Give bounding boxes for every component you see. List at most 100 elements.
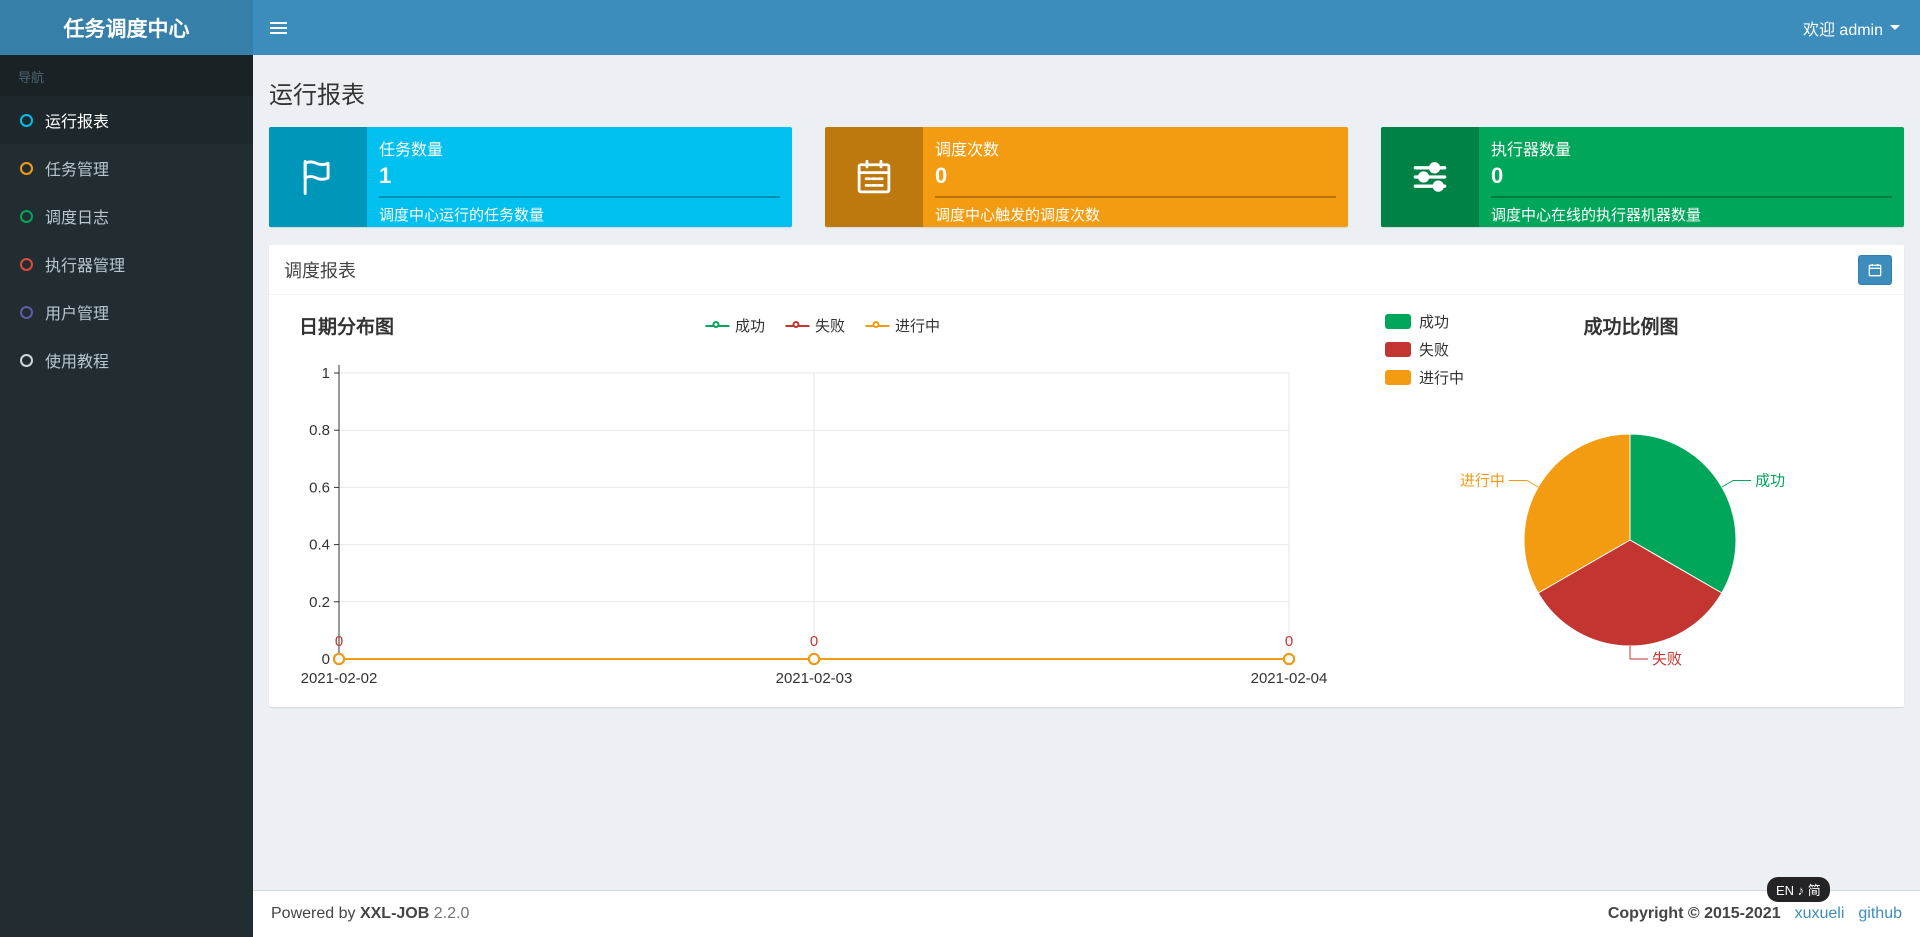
legend-item[interactable]: 进行中 [1385,367,1464,388]
brand-name: XXL-JOB [359,905,430,922]
sidebar-item-job-log[interactable]: 调度日志 [0,192,253,240]
hamburger-icon [269,31,287,34]
info-box-progress [935,196,1336,198]
info-box-description: 调度中心触发的调度次数 [935,207,1101,224]
date-distribution-chart: 日期分布图 成功 失败 进行中 0 0.2 0.4 0.6 0.8 1 2021-02-02 20… [285,295,1360,702]
sidebar-menu: 运行报表 任务管理 调度日志 执行器管理 用户管理 使用教程 [0,96,253,384]
welcome-text: 欢迎 admin [1802,21,1883,39]
svg-text:成功: 成功 [1755,473,1785,490]
input-method-indicator[interactable]: EN ♪ 简 [1767,877,1830,902]
sidebar-item-label: 调度日志 [45,210,110,227]
line-chart-plot[interactable]: 0 0.2 0.4 0.6 0.8 1 2021-02-02 2021-02-03 2021-0… [285,295,1360,702]
legend-label: 成功 [734,318,765,335]
legend-item[interactable]: 失败 [784,315,846,336]
circle-icon [20,353,33,367]
svg-text:0.2: 0.2 [309,594,330,611]
circle-icon [20,113,33,127]
powered-prefix: Powered by [271,905,356,922]
info-box-description: 调度中心在线的执行器机器数量 [1491,207,1702,224]
caret-down-icon [1890,25,1900,30]
svg-text:1: 1 [322,365,330,382]
legend-label: 成功 [1419,314,1450,331]
legend-marker-icon [704,320,729,328]
calendar-icon [825,127,923,227]
legend-label: 进行中 [1419,370,1465,387]
legend-marker-icon [1385,370,1411,385]
sidebar-item-tutorial[interactable]: 使用教程 [0,336,253,384]
panel-body: 日期分布图 成功 失败 进行中 0 0.2 0.4 0.6 0.8 1 2021-02-02 20… [269,295,1904,707]
info-box-title: 调度次数 [935,142,1000,159]
top-header: 任务调度中心 欢迎 admin [0,0,1920,55]
info-box-job-count: 任务数量 1 调度中心运行的任务数量 [269,127,792,227]
sidebar-toggle-button[interactable] [253,0,303,55]
legend-marker-icon [865,320,890,328]
sidebar-item-label: 任务管理 [45,162,110,179]
navbar: 欢迎 admin [253,0,1920,55]
sidebar-item-user-manage[interactable]: 用户管理 [0,288,253,336]
info-box-trigger-count: 调度次数 0 调度中心触发的调度次数 [825,127,1348,227]
info-box-number: 0 [935,163,948,188]
legend-marker-icon [784,320,809,328]
date-range-button[interactable] [1858,255,1892,285]
sidebar-item-label: 用户管理 [45,306,110,323]
content-area: 运行报表 任务数量 1 调度中心运行的任务数量 调度次数 0 调度中心触发的调度… [253,55,1920,890]
user-dropdown[interactable]: 欢迎 admin [1783,0,1920,55]
sidebar-item-dashboard[interactable]: 运行报表 [0,96,253,144]
legend-marker-icon [1385,342,1411,357]
info-box-progress [1491,196,1892,198]
info-box-number: 0 [1491,163,1504,188]
svg-text:2021-02-02: 2021-02-02 [301,670,378,687]
info-boxes-row: 任务数量 1 调度中心运行的任务数量 调度次数 0 调度中心触发的调度次数 执行… [253,110,1920,227]
circle-icon [20,209,33,223]
line-chart-title: 日期分布图 [299,317,395,338]
legend-label: 失败 [1419,342,1450,359]
app-logo[interactable]: 任务调度中心 [0,0,253,55]
hamburger-icon [269,26,287,29]
flag-icon [269,127,367,227]
page-title: 运行报表 [269,82,365,109]
link-github[interactable]: github [1858,905,1902,923]
circle-icon [20,161,33,175]
footer-right: Copyright © 2015-2021 xuxueli github [1608,905,1902,923]
circle-icon [20,305,33,319]
legend-label: 失败 [814,318,846,335]
copyright-text: Copyright © 2015-2021 [1607,905,1781,922]
legend-item[interactable]: 失败 [1385,339,1464,360]
info-box-number: 1 [379,163,392,188]
sidebar: 导航 运行报表 任务管理 调度日志 执行器管理 用户管理 使用教程 [0,55,253,937]
svg-text:0.6: 0.6 [309,479,330,496]
pie-chart-title: 成功比例图 [1583,317,1679,338]
info-box-content: 调度次数 0 调度中心触发的调度次数 [923,127,1348,227]
info-box-progress [379,196,780,198]
calendar-icon [1868,264,1882,277]
svg-text:0: 0 [1285,633,1293,650]
version-text: 2.2.0 [433,905,470,922]
svg-text:2021-02-04: 2021-02-04 [1251,670,1328,687]
report-panel: 调度报表 日期分布图 成功 失败 进行中 0 0.2 0.4 0.6 0.8 1 2021-02… [269,245,1904,707]
svg-text:0: 0 [335,633,343,650]
svg-text:进行中: 进行中 [1460,473,1505,490]
legend-item[interactable]: 进行中 [865,315,940,336]
panel-title: 调度报表 [284,260,356,281]
legend-item[interactable]: 成功 [704,315,765,336]
powered-by: Powered by XXL-JOB 2.2.0 [271,905,469,923]
svg-text:0: 0 [322,651,330,668]
svg-text:0.8: 0.8 [309,422,330,439]
sidebar-item-label: 使用教程 [45,354,110,371]
legend-item[interactable]: 成功 [1385,311,1464,332]
sidebar-nav-label: 导航 [0,55,253,96]
sidebar-item-executor-manage[interactable]: 执行器管理 [0,240,253,288]
legend-label: 进行中 [895,318,941,335]
link-xuxueli[interactable]: xuxueli [1795,905,1845,923]
info-box-title: 任务数量 [379,142,444,159]
svg-text:0.4: 0.4 [309,537,330,554]
info-box-title: 执行器数量 [1491,142,1572,159]
success-ratio-chart: 成功 失败 进行中 成功比例图 成功 失败 进行中 [1383,295,1888,702]
panel-header: 调度报表 [269,245,1904,295]
sidebar-item-job-manage[interactable]: 任务管理 [0,144,253,192]
sidebar-item-label: 执行器管理 [45,258,126,275]
sliders-icon [1381,127,1479,227]
circle-icon [20,257,33,271]
svg-text:失败: 失败 [1652,651,1682,668]
legend-marker-icon [1385,314,1411,329]
